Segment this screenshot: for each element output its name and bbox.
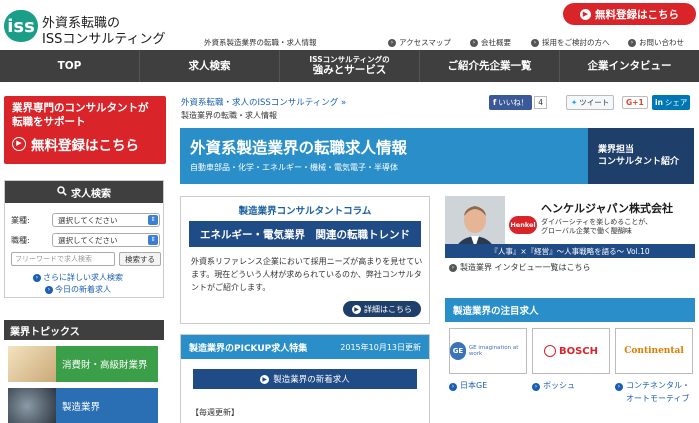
global-nav: TOP 求人検索 ISSコンサルティングの 強みとサービス ご紹介先企業一覧 企業… xyxy=(0,50,699,82)
consultant-column: 製造業界コンサルタントコラム エネルギー・電気業界 関連の転職トレンド 外資系リ… xyxy=(180,196,430,324)
register-button[interactable]: ▶ 無料登録はこちら xyxy=(563,3,696,25)
facebook-icon: f xyxy=(493,97,497,107)
logo-mark[interactable]: iss xyxy=(4,10,38,42)
job-type-select[interactable]: 選択してください ⇕ xyxy=(52,233,160,247)
nav-strengths[interactable]: ISSコンサルティングの 強みとサービス xyxy=(280,50,420,82)
detailed-search-link[interactable]: › さらに詳しい求人検索 xyxy=(33,272,123,283)
topic-consumer-goods[interactable]: 消費財・高級財業界 xyxy=(8,346,158,382)
industry-select[interactable]: 選択してください ⇕ xyxy=(52,213,160,227)
bosch-logo: BOSCH xyxy=(543,345,598,357)
double-chevron-icon: » xyxy=(341,98,347,108)
interview-banner[interactable]: Henkel ヘンケルジャパン株式会社 ダイバーシティを楽しめることが、 グローバ… xyxy=(445,196,695,258)
company-card-continental[interactable]: Continental xyxy=(615,328,693,374)
arrow-circle-icon: › xyxy=(45,285,53,294)
like-count: 4 xyxy=(534,95,548,109)
select-arrow-icon: ⇕ xyxy=(148,215,158,225)
search-icon xyxy=(57,185,67,199)
util-link-access[interactable]: › アクセスマップ xyxy=(388,37,451,48)
nav-companies[interactable]: ご紹介先企業一覧 xyxy=(420,50,560,82)
company-card-ge[interactable]: GE GE imagination at work xyxy=(449,328,527,374)
select-arrow-icon: ⇕ xyxy=(148,235,158,245)
linkedin-icon: in xyxy=(655,97,663,107)
topic-manufacturing[interactable]: 製造業界 xyxy=(8,388,158,423)
logo-text-line2[interactable]: ISSコンサルティング xyxy=(42,28,166,47)
company-label-ge[interactable]: › 日本GE xyxy=(449,380,487,393)
register-button-label: 無料登録はこちら xyxy=(595,8,679,21)
util-link-contact[interactable]: › お問い合わせ xyxy=(628,37,684,48)
arrow-circle-icon: › xyxy=(531,38,539,47)
arrow-circle-icon: › xyxy=(615,383,623,391)
pickup-jobs: 製造業界のPICKUP求人特集 2015年10月13日更新 ▶ 製造業界の新着求… xyxy=(180,334,430,423)
henkel-logo: Henkel xyxy=(509,216,537,234)
column-text: 外資系リファレンス企業において採用ニーズが高まりを見せています。現在どういう人材… xyxy=(191,257,423,293)
tweet-button[interactable]: ✦ ツイート xyxy=(566,94,615,110)
nav-job-search[interactable]: 求人検索 xyxy=(140,50,280,82)
job-search-panel: 求人検索 業種: 選択してください ⇕ 職種: 選択してください ⇕ フリーワードで… xyxy=(4,180,164,298)
site-tagline: 外資系製造業界の転職・求人情報 xyxy=(204,38,317,47)
arrow-circle-icon: ▶ xyxy=(260,374,270,384)
arrow-circle-icon: › xyxy=(470,38,478,47)
new-jobs-link[interactable]: › 今日の新着求人 xyxy=(45,284,111,295)
pickup-date: 2015年10月13日更新 xyxy=(340,342,421,352)
pickup-header: 製造業界のPICKUP求人特集 2015年10月13日更新 xyxy=(181,335,429,359)
nav-interviews[interactable]: 企業インタビュー xyxy=(560,50,699,82)
arrow-circle-icon: ▶ xyxy=(12,137,26,151)
consultant-banner[interactable]: 業界専門のコンサルタントが 転職をサポート ▶ 無料登録はこちら xyxy=(4,96,166,164)
keyword-input[interactable]: フリーワードで求人検索 xyxy=(11,252,115,266)
linkedin-share-button[interactable]: in シェア xyxy=(652,94,691,110)
arrow-circle-icon: › xyxy=(532,383,540,391)
site-header: iss 外資系転職の ISSコンサルティング 外資系製造業界の転職・求人情報 ▶… xyxy=(0,0,699,50)
page-hero: 外資系製造業界の転職求人情報 自動車部品・化学・エネルギー・機械・電気電子・半導… xyxy=(180,128,694,184)
industry-label: 業種: xyxy=(11,216,30,225)
topic-thumbnail xyxy=(8,388,56,423)
new-jobs-button[interactable]: ▶ 製造業界の新着求人 xyxy=(193,369,417,389)
topic-thumbnail xyxy=(8,346,56,382)
featured-jobs-header: 製造業界の注目求人 xyxy=(445,298,695,322)
search-button[interactable]: 検索する xyxy=(119,252,161,266)
arrow-circle-icon: › xyxy=(628,38,636,47)
nav-top[interactable]: TOP xyxy=(0,50,140,82)
arrow-circle-icon: › xyxy=(33,273,41,282)
ad-company-name: ヘンケルジャパン株式会社 xyxy=(541,202,673,215)
arrow-circle-icon: ▶ xyxy=(352,304,361,314)
ad-strip: 『人事』×『経営』〜人事戦略を語る〜 Vol.10 xyxy=(445,244,695,258)
company-label-continental[interactable]: › コンチネンタル・オートモーティブ xyxy=(615,380,697,406)
banner-line2: 転職をサポート xyxy=(12,115,86,128)
arrow-circle-icon: › xyxy=(388,38,396,47)
ge-logo: GE GE imagination at work xyxy=(450,342,526,360)
page-title: 外資系製造業界の転職求人情報 xyxy=(190,139,408,157)
twitter-icon: ✦ xyxy=(571,97,578,107)
arrow-circle-icon: › xyxy=(449,263,457,272)
arrow-circle-icon: › xyxy=(449,383,457,391)
breadcrumb-current: 製造業界の転職・求人情報 xyxy=(181,111,277,120)
job-type-label: 職種: xyxy=(11,236,30,245)
consultant-intro-link[interactable]: 業界担当 コンサルタント紹介 xyxy=(588,128,694,184)
pickup-title: 製造業界のPICKUP求人特集 xyxy=(189,343,308,354)
google-plus-button[interactable]: G+1 xyxy=(622,95,648,109)
pickup-note: 【毎週更新】 xyxy=(191,408,239,417)
column-banner[interactable]: エネルギー・電気業界 関連の転職トレンド xyxy=(189,221,421,247)
company-card-bosch[interactable]: BOSCH xyxy=(532,328,610,374)
column-detail-button[interactable]: ▶ 詳細はこちら xyxy=(343,301,421,317)
industry-topics-header: 業界トピックス xyxy=(4,320,164,340)
util-link-company[interactable]: › 会社概要 xyxy=(470,37,511,48)
company-label-bosch[interactable]: › ボッシュ xyxy=(532,380,575,393)
facebook-like-button[interactable]: f いいね！ 4 xyxy=(489,94,548,110)
search-panel-header: 求人検索 xyxy=(5,181,163,203)
breadcrumb-parent[interactable]: 外資系転職・求人のISSコンサルティング » xyxy=(181,96,346,108)
util-link-recruit[interactable]: › 採用をご検討の方へ xyxy=(531,37,610,48)
continental-logo: Continental xyxy=(624,346,684,356)
page-subtitle: 自動車部品・化学・エネルギー・機械・電気電子・半導体 xyxy=(190,163,398,172)
arrow-circle-icon: ▶ xyxy=(580,8,591,20)
banner-line1: 業界専門のコンサルタントが xyxy=(12,102,149,114)
interview-list-link[interactable]: › 製造業界 インタビュー一覧はこちら xyxy=(449,262,591,273)
column-title: 製造業界コンサルタントコラム xyxy=(238,206,372,217)
banner-cta: ▶ 無料登録はこちら xyxy=(12,134,139,154)
ad-copy: ダイバーシティを楽しめることが、 グローバル企業で働く醍醐味 xyxy=(541,218,653,236)
